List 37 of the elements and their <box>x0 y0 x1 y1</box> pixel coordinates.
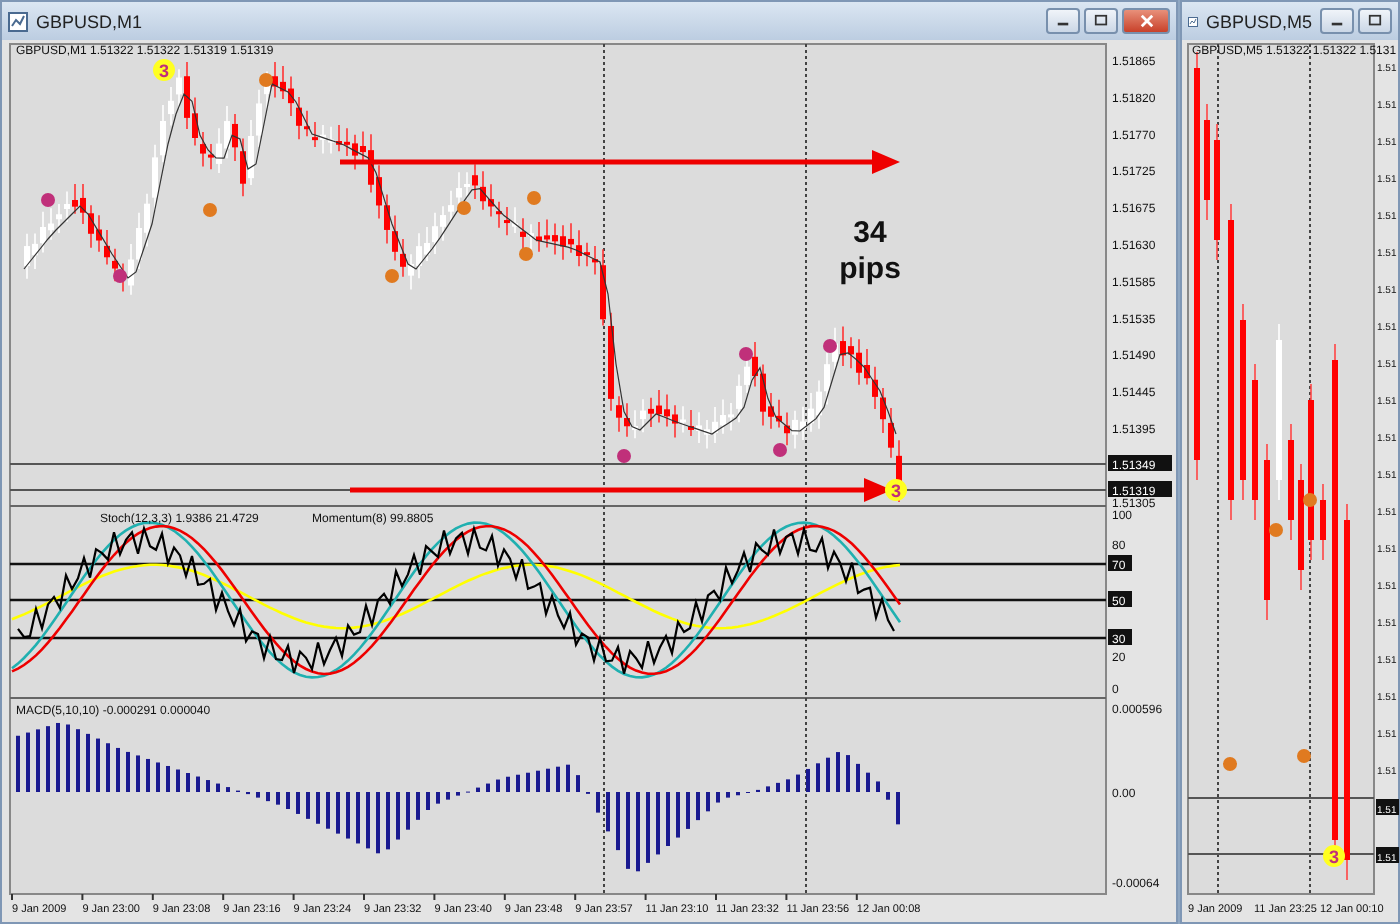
signal-dot-icon <box>519 247 533 261</box>
candle <box>1320 483 1326 561</box>
signal-dot-icon <box>739 347 753 361</box>
signal-dot-icon <box>457 201 471 215</box>
window-title: GBPUSD,M5 <box>1205 11 1312 31</box>
signal-dot-icon <box>1269 523 1283 537</box>
signal-dot-icon <box>203 203 217 217</box>
signal-dot-icon <box>113 269 127 283</box>
signal-dot-icon <box>41 193 55 207</box>
signal-dot-icon <box>385 269 399 283</box>
minimize-button[interactable] <box>1046 8 1080 34</box>
signal-marker: 3 <box>1323 845 1345 867</box>
chart-icon <box>8 11 28 31</box>
candle <box>1288 423 1294 541</box>
close-icon <box>1137 14 1155 28</box>
maximize-button[interactable] <box>1358 8 1392 34</box>
signal-marker: 3 <box>885 479 907 501</box>
window-title: GBPUSD,M1 <box>36 11 143 31</box>
signal-dot-icon <box>773 443 787 457</box>
signal-dot-icon <box>259 73 273 87</box>
candle <box>1214 123 1220 261</box>
candle <box>1204 103 1210 221</box>
close-button[interactable] <box>1122 8 1170 34</box>
restore-icon <box>1366 14 1384 28</box>
restore-icon <box>1092 14 1110 28</box>
minimize-button[interactable] <box>1320 8 1354 34</box>
signal-marker: 3 <box>153 59 175 81</box>
signal-dot-icon <box>617 449 631 463</box>
signal-dot-icon <box>1297 749 1311 763</box>
chart-icon <box>1188 11 1198 31</box>
maximize-button[interactable] <box>1084 8 1118 34</box>
signal-dot-icon <box>823 339 837 353</box>
signal-dot-icon <box>1303 493 1317 507</box>
signal-dot-icon <box>527 191 541 205</box>
signal-dot-icon <box>1223 757 1237 771</box>
candle <box>1298 463 1304 591</box>
pips-annotation: 34 pips <box>837 216 903 288</box>
